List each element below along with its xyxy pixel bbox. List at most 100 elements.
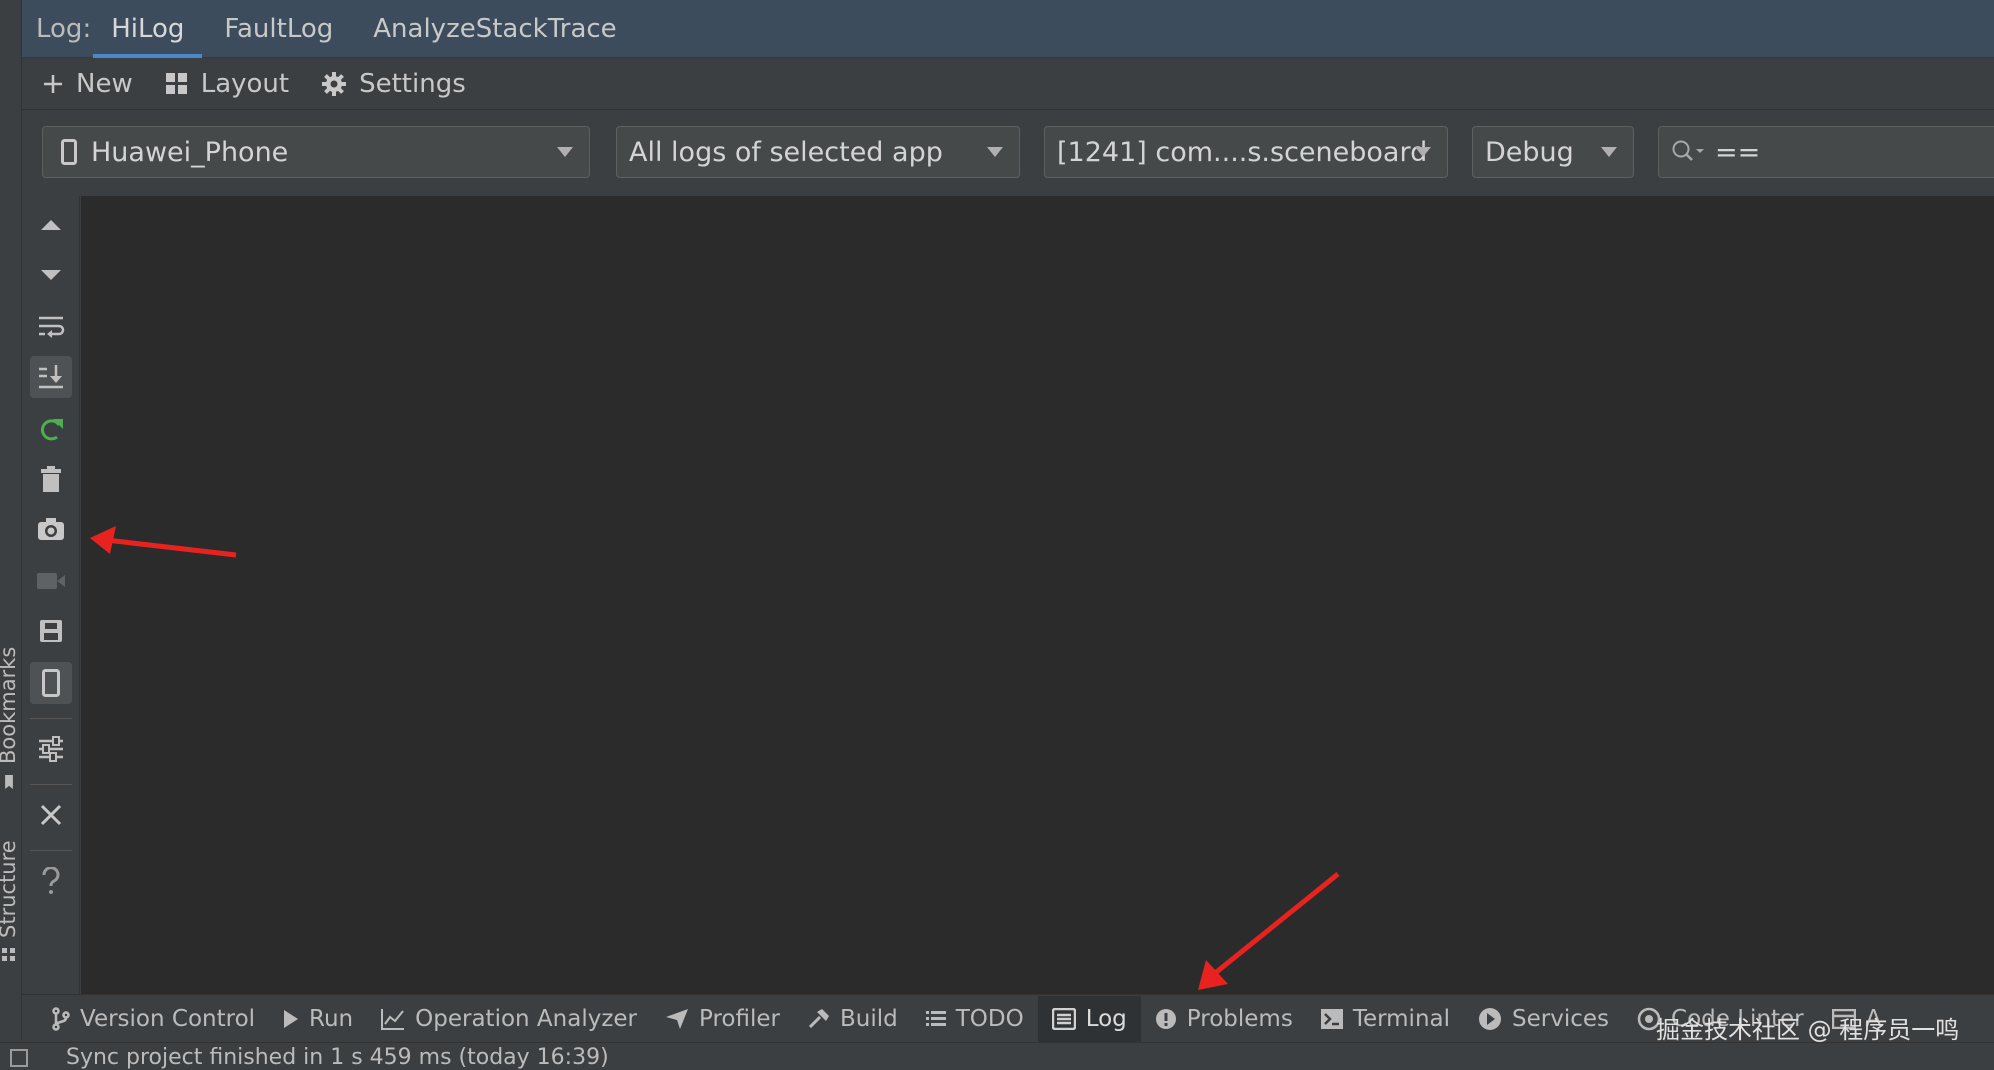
chart-icon — [381, 1008, 405, 1030]
device-value: Huawei_Phone — [91, 136, 289, 168]
layout-icon — [165, 72, 187, 94]
terminal-icon — [1320, 1008, 1343, 1029]
annotation-arrow-down — [1198, 872, 1340, 990]
plus-icon — [44, 74, 62, 93]
tool-label: TODO — [955, 1005, 1024, 1032]
tool-label: Log — [1085, 1005, 1127, 1032]
log-header-label: Log: — [36, 13, 92, 44]
phone-icon — [61, 139, 77, 165]
services-icon — [1479, 1007, 1502, 1030]
chevron-down-icon — [1601, 147, 1617, 157]
status-bar: Sync project finished in 1 s 459 ms (tod… — [0, 1042, 1994, 1070]
separator — [30, 784, 72, 785]
restart-button[interactable] — [30, 408, 72, 450]
structure-icon — [2, 948, 15, 961]
tab-hilog[interactable]: HiLog — [91, 0, 204, 58]
log-tab-header: Log: HiLog FaultLog AnalyzeStackTrace — [22, 0, 1994, 58]
trash-icon — [41, 466, 61, 492]
device-select[interactable]: Huawei_Phone — [42, 126, 590, 178]
chevron-down-icon — [987, 147, 1003, 157]
help-button[interactable] — [30, 860, 72, 902]
profiler-icon — [666, 1008, 688, 1029]
tool-operation-analyzer[interactable]: Operation Analyzer — [367, 996, 651, 1042]
ide-window: Bookmarks Structure Log: HiLog FaultLog … — [0, 0, 1994, 1070]
log-scope-select[interactable]: All logs of selected app — [616, 126, 1020, 178]
tool-label: Version Control — [80, 1005, 256, 1032]
separator — [30, 718, 72, 719]
separator — [30, 850, 72, 851]
edge-tool-strip: Bookmarks Structure — [0, 0, 22, 1040]
tool-window-toggle-icon[interactable] — [10, 1049, 28, 1067]
log-output[interactable] — [81, 196, 1994, 994]
close-icon — [40, 804, 62, 826]
scroll-to-end-icon — [39, 365, 63, 389]
tool-label: Build — [839, 1005, 898, 1032]
tool-label: Run — [309, 1005, 354, 1032]
device-button[interactable] — [30, 662, 72, 704]
scroll-to-end-button[interactable] — [30, 356, 72, 398]
tool-label: Problems — [1186, 1005, 1293, 1032]
restart-icon — [41, 419, 63, 441]
sliders-icon — [39, 736, 63, 762]
search-icon — [1672, 140, 1704, 161]
play-icon — [284, 1009, 299, 1028]
chevron-down-icon — [1415, 147, 1431, 157]
gear-icon — [322, 71, 347, 96]
screenshot-button[interactable] — [30, 508, 72, 550]
screen-record-button[interactable] — [30, 560, 72, 602]
scroll-down-icon — [41, 270, 61, 280]
video-camera-icon — [37, 573, 65, 589]
new-button[interactable]: New — [42, 69, 133, 99]
log-filters: Huawei_Phone All logs of selected app [1… — [22, 110, 1994, 196]
help-icon — [42, 867, 60, 894]
search-value: == — [1715, 136, 1761, 168]
clear-log-button[interactable] — [30, 458, 72, 500]
tool-problems[interactable]: Problems — [1141, 996, 1307, 1042]
info-icon — [1155, 1008, 1176, 1029]
log-level-select[interactable]: Debug — [1472, 126, 1634, 178]
bookmark-icon — [5, 775, 13, 789]
annotation-arrow-left — [90, 526, 237, 558]
tool-label: Services — [1512, 1005, 1610, 1032]
scroll-up-icon — [41, 220, 61, 230]
close-button[interactable] — [30, 794, 72, 836]
list-icon — [925, 1010, 946, 1026]
layout-label: Layout — [200, 68, 290, 99]
scroll-up-button[interactable] — [30, 204, 72, 246]
tool-log[interactable]: Log — [1037, 995, 1141, 1042]
branch-icon — [52, 1006, 70, 1031]
tab-faultlog[interactable]: FaultLog — [204, 0, 353, 58]
tool-profiler[interactable]: Profiler — [651, 996, 794, 1042]
process-select[interactable]: [1241] com....s.sceneboard — [1044, 126, 1448, 178]
log-icon — [1051, 1007, 1076, 1030]
filter-settings-button[interactable] — [30, 728, 72, 770]
tool-label: Profiler — [699, 1005, 780, 1032]
tool-todo[interactable]: TODO — [912, 996, 1038, 1042]
log-scope-value: All logs of selected app — [629, 136, 943, 168]
chevron-down-icon — [557, 147, 573, 157]
layout-button[interactable]: Layout — [165, 69, 289, 99]
new-label: New — [76, 68, 133, 99]
soft-wrap-button[interactable] — [30, 306, 72, 348]
tool-version-control[interactable]: Version Control — [38, 996, 269, 1042]
save-icon — [40, 620, 62, 642]
settings-button[interactable]: Settings — [321, 69, 466, 99]
soft-wrap-icon — [39, 316, 65, 338]
tool-run[interactable]: Run — [269, 996, 367, 1042]
tool-services[interactable]: Services — [1464, 996, 1623, 1042]
log-level-value: Debug — [1485, 136, 1574, 168]
structure-tab[interactable]: Structure — [0, 840, 20, 938]
process-value: [1241] com....s.sceneboard — [1057, 136, 1428, 168]
log-toolbar: New Layout Settings — [22, 58, 1994, 110]
watermark: 掘金技术社区 @ 程序员一鸣 — [1656, 1016, 1960, 1044]
search-input[interactable]: == — [1658, 126, 1994, 178]
status-message: Sync project finished in 1 s 459 ms (tod… — [66, 1045, 609, 1070]
tool-label: Operation Analyzer — [415, 1005, 637, 1032]
tab-analyzestacktrace[interactable]: AnalyzeStackTrace — [353, 0, 636, 58]
tool-build[interactable]: Build — [794, 996, 912, 1042]
tool-terminal[interactable]: Terminal — [1307, 996, 1464, 1042]
scroll-down-button[interactable] — [30, 254, 72, 296]
device-icon — [42, 669, 60, 697]
save-log-button[interactable] — [30, 610, 72, 652]
bookmarks-tab[interactable]: Bookmarks — [0, 647, 20, 764]
